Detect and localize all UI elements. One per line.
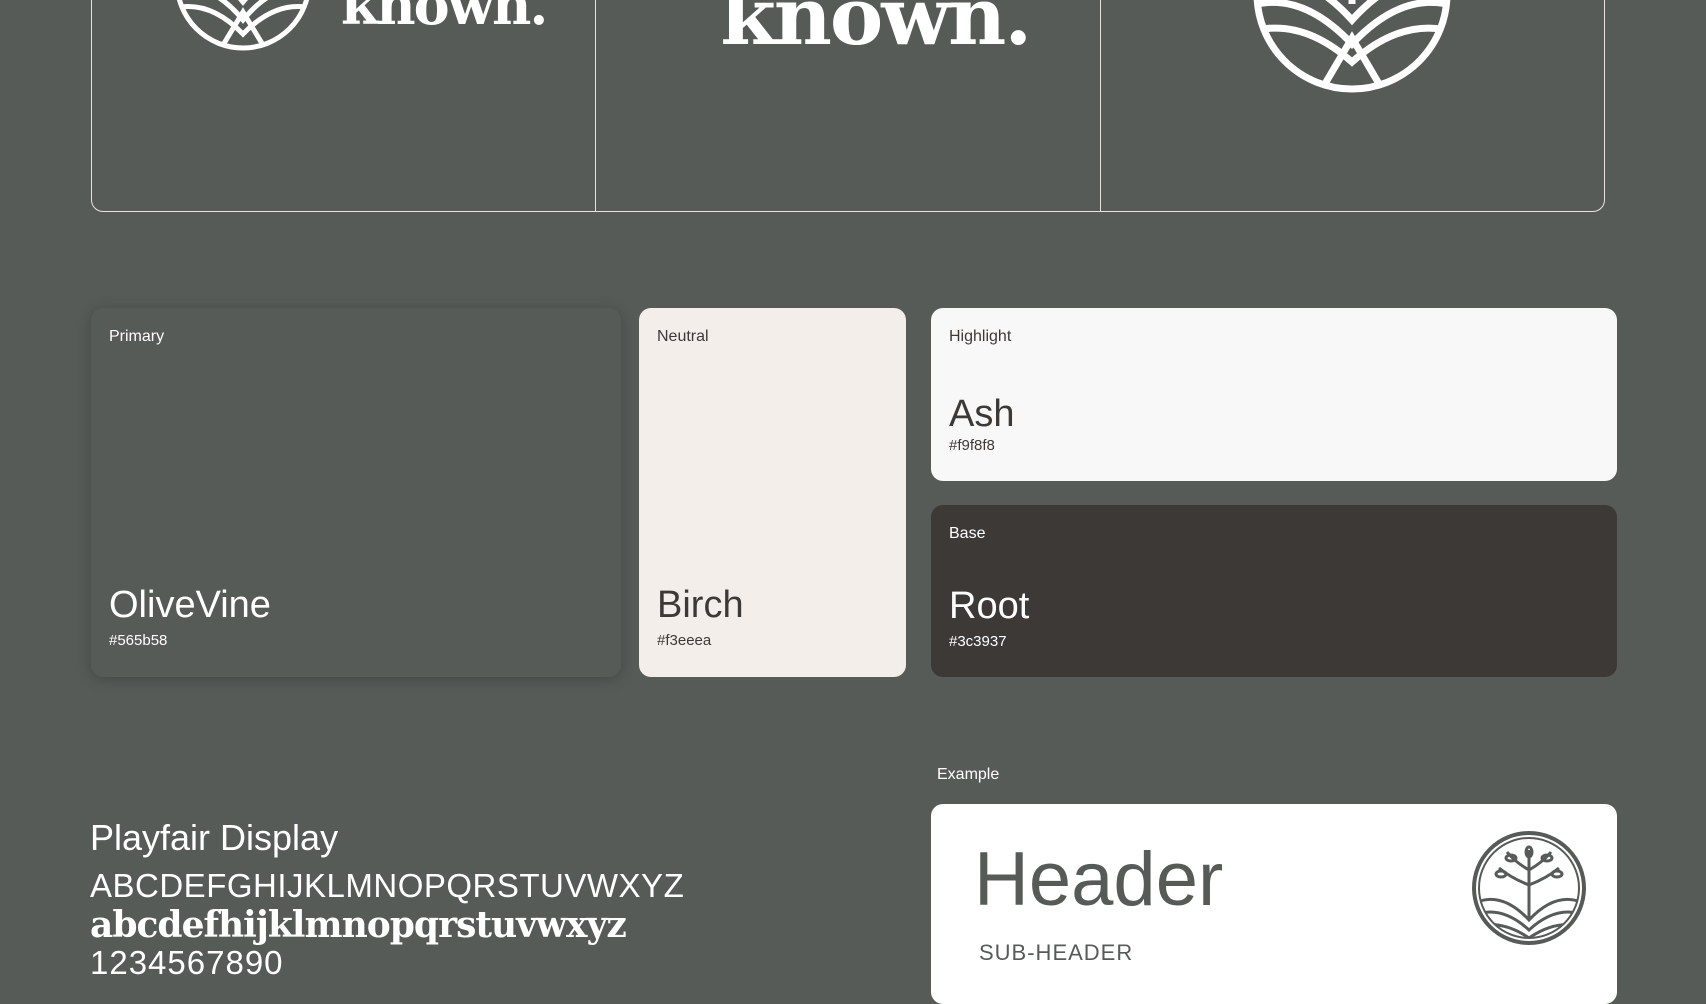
- swatch-hex: #3c3937: [949, 633, 1007, 650]
- swatch-tag: Neutral: [657, 328, 709, 345]
- example-header: Header: [974, 837, 1224, 922]
- font-name: Playfair Display: [90, 817, 339, 858]
- swatch-neutral: Neutral Birch #f3eeea: [639, 308, 906, 677]
- tree-emblem-icon: [1472, 831, 1586, 945]
- logo-variants-strip: known. known.: [91, 0, 1605, 212]
- example-label: Example: [937, 766, 1000, 783]
- swatch-hex: #f9f8f8: [949, 437, 995, 454]
- logo-variant-combined: known.: [92, 0, 597, 211]
- font-uppercase-specimen: ABCDEFGHIJKLMNOPQRSTUVWXYZ: [90, 867, 685, 904]
- tree-emblem-icon: [1253, 0, 1450, 93]
- swatch-hex: #f3eeea: [657, 632, 712, 649]
- swatch-tag: Highlight: [949, 328, 1012, 345]
- swatch-name: Birch: [657, 584, 744, 626]
- logo-variant-wordmark: known.: [596, 0, 1101, 211]
- example-card: Header SUB-HEADER: [931, 804, 1617, 1004]
- example-subheader: SUB-HEADER: [979, 940, 1134, 965]
- swatch-name: Ash: [949, 393, 1015, 435]
- swatch-name: Root: [949, 585, 1030, 627]
- swatch-highlight: Highlight Ash #f9f8f8: [931, 308, 1617, 481]
- swatch-name: OliveVine: [109, 584, 271, 626]
- tree-emblem-icon: [176, 0, 310, 51]
- swatch-base: Base Root #3c3937: [931, 505, 1617, 677]
- swatch-hex: #565b58: [109, 632, 168, 649]
- swatch-tag: Primary: [109, 328, 165, 345]
- swatch-tag: Base: [949, 525, 986, 542]
- font-lowercase-specimen: abcdefhijklmnopqrstuvwxyz: [90, 904, 627, 946]
- swatch-primary: Primary OliveVine #565b58: [91, 308, 621, 677]
- wordmark-text: known.: [341, 0, 548, 37]
- font-digits-specimen: 1234567890: [90, 944, 284, 981]
- wordmark-text: known.: [720, 0, 1032, 63]
- logo-variant-emblem: [1101, 0, 1604, 211]
